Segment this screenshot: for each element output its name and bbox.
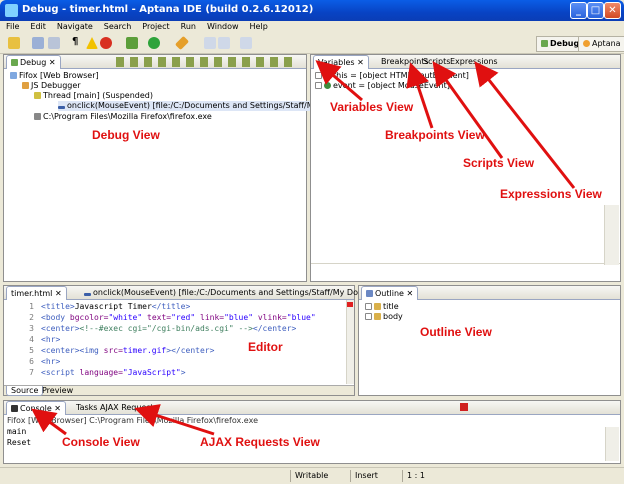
annotation-expressions-view: Expressions View	[500, 187, 602, 201]
annotation-breakpoints-view: Breakpoints View	[385, 128, 485, 142]
arrow-ajax	[134, 404, 215, 436]
arrow-variables	[315, 60, 363, 102]
annotation-editor: Editor	[248, 340, 283, 354]
annotation-console-view: Console View	[62, 435, 140, 449]
annotation-debug-view: Debug View	[92, 128, 160, 142]
annotation-scripts-view: Scripts View	[463, 156, 535, 170]
annotation-arrows	[31, 60, 576, 436]
arrow-breakpoints	[406, 62, 434, 129]
annotation-outline-view: Outline View	[420, 325, 492, 339]
annotation-variables-view: Variables View	[330, 100, 414, 114]
arrow-console	[31, 408, 67, 436]
arrow-scripts	[432, 61, 504, 159]
annotation-ajax-requests-view: AJAX Requests View	[200, 435, 320, 449]
